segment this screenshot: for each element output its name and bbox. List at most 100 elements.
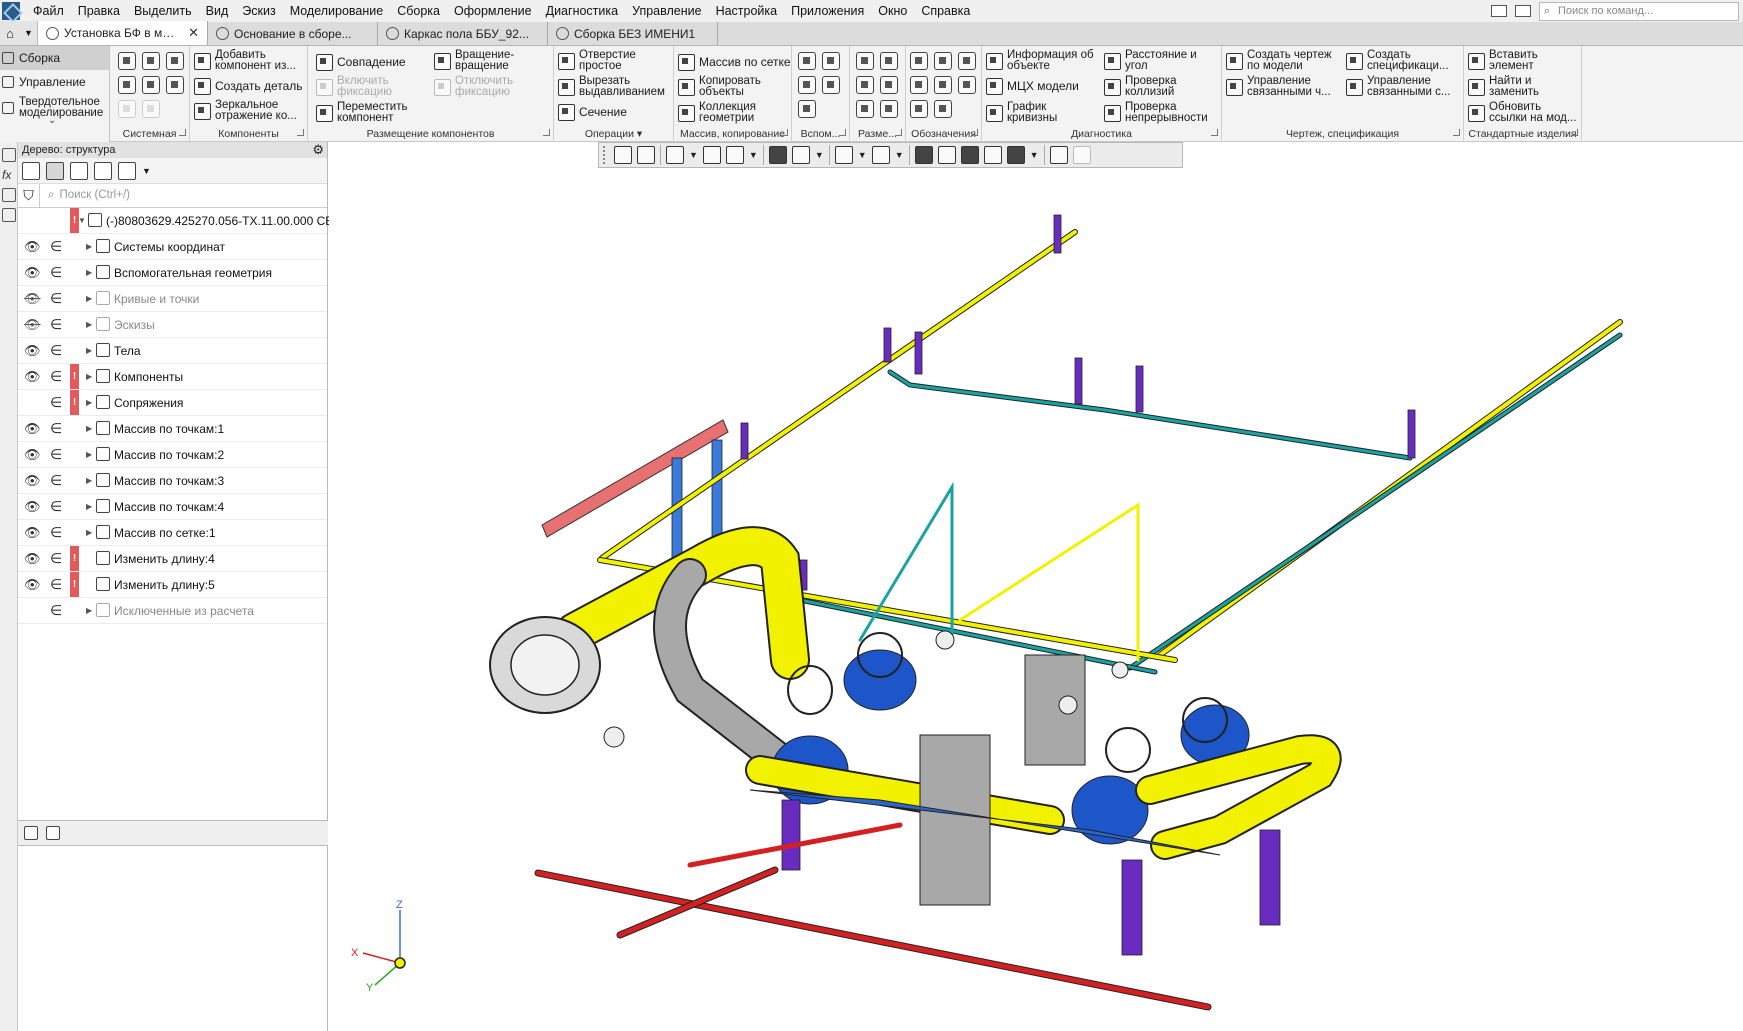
- preview-icon[interactable]: [142, 76, 160, 94]
- shaded-icon[interactable]: [768, 146, 787, 164]
- diameter-dim-icon[interactable]: [880, 76, 898, 94]
- tree-row[interactable]: ∈ ▶ Исключенные из расчета: [18, 598, 327, 624]
- eye-icon[interactable]: 👁: [24, 525, 41, 540]
- lcs-icon[interactable]: [822, 76, 840, 94]
- rotate-rotate-button[interactable]: Вращение-вращение: [434, 49, 525, 72]
- mode-assembly[interactable]: Сборка: [0, 46, 109, 70]
- expand-arrow-icon[interactable]: ▶: [86, 372, 92, 381]
- disable-fix-button[interactable]: Отключить фиксацию: [434, 75, 535, 98]
- include-in-calc-icon[interactable]: ∈: [50, 264, 62, 281]
- mcc-button[interactable]: МЦХ модели: [986, 78, 1079, 95]
- layers-icon[interactable]: [2, 188, 16, 202]
- radial-dim-icon[interactable]: [880, 52, 898, 70]
- tree-row[interactable]: ∈! ▶ Сопряжения: [18, 390, 327, 416]
- include-in-calc-icon[interactable]: ∈: [50, 316, 62, 333]
- eye-icon[interactable]: 👁: [24, 551, 41, 566]
- include-in-calc-icon[interactable]: ∈: [50, 472, 62, 489]
- menu-assembly[interactable]: Сборка: [390, 0, 447, 22]
- coincidence-button[interactable]: Совпадение: [316, 54, 406, 71]
- include-in-calc-icon[interactable]: ∈: [50, 420, 62, 437]
- move-component-button[interactable]: Переместить компонент: [316, 101, 417, 124]
- expand-arrow-icon[interactable]: ▶: [86, 398, 92, 407]
- close-tab-icon[interactable]: ✕: [180, 25, 199, 41]
- expand-arrow-icon[interactable]: ▶: [86, 268, 92, 277]
- tree-row[interactable]: 👁 ∈ ▶ Эскизы: [18, 312, 327, 338]
- expand-arrow-icon[interactable]: ▼: [78, 216, 86, 225]
- print-icon[interactable]: [118, 76, 136, 94]
- chevron-down-icon[interactable]: ⌄: [48, 115, 56, 126]
- tree-row[interactable]: 👁 ∈ ▶ Вспомогательная геометрия: [18, 260, 327, 286]
- variables-icon[interactable]: fx: [2, 168, 15, 182]
- undo-icon[interactable]: [118, 100, 136, 118]
- menu-settings[interactable]: Настройка: [709, 0, 785, 22]
- redo-icon[interactable]: [142, 100, 160, 118]
- properties-view-icon[interactable]: [46, 826, 60, 840]
- menu-apps[interactable]: Приложения: [784, 0, 871, 22]
- include-in-calc-icon[interactable]: ∈: [50, 238, 62, 255]
- new-doc-icon[interactable]: [118, 52, 136, 70]
- menu-layout[interactable]: Оформление: [447, 0, 539, 22]
- menu-modeling[interactable]: Моделирование: [283, 0, 391, 22]
- hide-show-icon[interactable]: [834, 146, 853, 164]
- menu-file[interactable]: Файл: [26, 0, 71, 22]
- menu-select[interactable]: Выделить: [127, 0, 199, 22]
- expand-arrow-icon[interactable]: ▶: [86, 242, 92, 251]
- tree-row[interactable]: 👁 ∈ ▶ Массив по точкам:1: [18, 416, 327, 442]
- eye-icon[interactable]: 👁: [24, 265, 41, 280]
- base-icon[interactable]: [958, 52, 976, 70]
- enable-fix-button[interactable]: Включить фиксацию: [316, 75, 407, 98]
- eye-icon[interactable]: 👁: [24, 577, 41, 592]
- snap-icon[interactable]: [914, 146, 933, 164]
- geometry-collection-button[interactable]: Коллекция геометрии: [678, 101, 779, 124]
- tab-unnamed-assembly[interactable]: Сборка БЕЗ ИМЕНИ1: [548, 22, 718, 45]
- expand-arrow-icon[interactable]: ▶: [86, 528, 92, 537]
- menu-sketch[interactable]: Эскиз: [235, 0, 282, 22]
- mark-icon[interactable]: [958, 76, 976, 94]
- add-component-button[interactable]: Добавить компонент из...: [194, 49, 307, 72]
- menu-help[interactable]: Справка: [914, 0, 977, 22]
- tree-structure-icon[interactable]: [22, 161, 40, 180]
- assembly-3d-model[interactable]: Z X Y: [329, 142, 1743, 1031]
- chevron-down-icon[interactable]: ▼: [142, 166, 151, 176]
- app-logo-icon[interactable]: [2, 2, 20, 20]
- continuity-check-button[interactable]: Проверка непрерывности: [1104, 101, 1217, 124]
- tree-row[interactable]: 👁 ∈! Изменить длину:5: [18, 572, 327, 598]
- tab-floor-frame[interactable]: Каркас пола ББУ_92...: [378, 22, 548, 45]
- model-viewport[interactable]: Z X Y: [329, 142, 1743, 1031]
- cut-extrude-button[interactable]: Вырезать выдавливанием: [558, 75, 673, 98]
- include-in-calc-icon[interactable]: ∈: [50, 576, 62, 593]
- insert-element-button[interactable]: Вставить элемент: [1468, 49, 1569, 72]
- section-view-icon[interactable]: [871, 146, 890, 164]
- plane-icon[interactable]: [798, 52, 816, 70]
- eye-icon[interactable]: 👁: [24, 343, 41, 358]
- expand-arrow-icon[interactable]: ▶: [86, 424, 92, 433]
- include-in-calc-icon[interactable]: ∈: [50, 602, 62, 619]
- mirror-component-button[interactable]: Зеркальное отражение ко...: [194, 99, 307, 122]
- menu-edit[interactable]: Правка: [71, 0, 127, 22]
- grid-array-button[interactable]: Массив по сетке: [678, 54, 791, 71]
- chevron-down-icon[interactable]: ▼: [689, 150, 698, 160]
- chevron-down-icon[interactable]: ▼: [895, 150, 904, 160]
- eye-icon[interactable]: 👁: [24, 239, 41, 254]
- select-mode-icon[interactable]: [960, 146, 979, 164]
- gear-icon[interactable]: ⚙: [312, 142, 324, 158]
- tree-build-order-icon[interactable]: [46, 161, 64, 180]
- expand-arrow-icon[interactable]: ▶: [86, 450, 92, 459]
- save-icon[interactable]: [166, 52, 184, 70]
- chevron-down-icon[interactable]: ▼: [1030, 150, 1039, 160]
- include-in-calc-icon[interactable]: ∈: [50, 498, 62, 515]
- tree-row[interactable]: 👁 ∈ ▶ Массив по точкам:3: [18, 468, 327, 494]
- tree-links-icon[interactable]: [70, 161, 88, 180]
- collision-check-button[interactable]: Проверка коллизий: [1104, 75, 1205, 98]
- curvature-graph-button[interactable]: График кривизны: [986, 101, 1077, 124]
- include-in-calc-icon[interactable]: ∈: [50, 342, 62, 359]
- command-search-input[interactable]: Поиск по команд...: [1539, 1, 1739, 21]
- tolerance-icon[interactable]: [910, 76, 928, 94]
- chain-dim-icon[interactable]: [856, 100, 874, 118]
- measure-icon[interactable]: [1049, 146, 1068, 164]
- tree-search-input[interactable]: Поиск (Ctrl+/): [40, 189, 327, 202]
- menu-diagnostics[interactable]: Диагностика: [539, 0, 625, 22]
- open-icon[interactable]: [142, 52, 160, 70]
- include-in-calc-icon[interactable]: ∈: [50, 524, 62, 541]
- home-icon[interactable]: ⌂: [0, 21, 20, 45]
